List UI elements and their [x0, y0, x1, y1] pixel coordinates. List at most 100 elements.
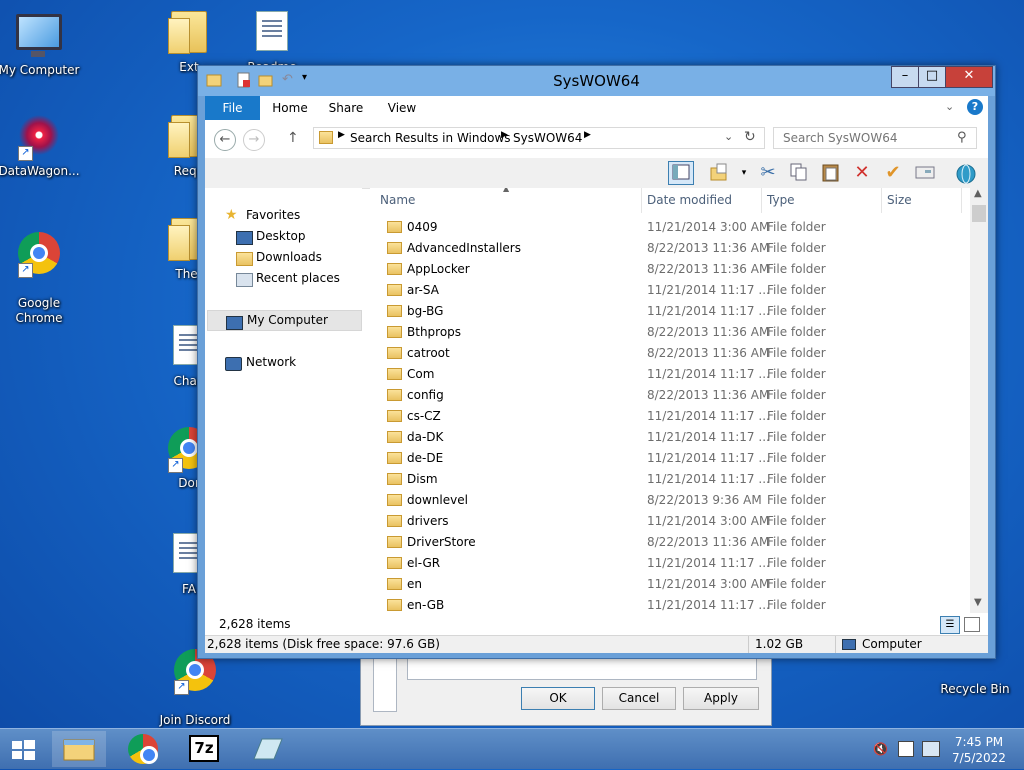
folder-icon	[387, 557, 402, 569]
desktop-icon-datawagon[interactable]: ↗ DataWagon...	[0, 112, 82, 179]
nav-my-computer[interactable]: My Computer	[207, 310, 362, 331]
volume-muted-icon[interactable]: 🔇	[873, 742, 888, 756]
copy-icon[interactable]	[787, 162, 811, 184]
table-row[interactable]: 0409 11/21/2014 3:00 AM File folder	[370, 217, 970, 238]
start-button[interactable]	[0, 731, 46, 767]
tab-file[interactable]: File	[205, 96, 260, 120]
cut-icon[interactable]: ✂	[756, 162, 780, 184]
organize-dropdown-icon[interactable]: ▾	[732, 162, 756, 184]
title-bar[interactable]: ↶ ▾ SysWOW64 – □ ✕	[198, 66, 995, 96]
folder-icon	[387, 452, 402, 464]
recent-places-icon	[236, 273, 253, 287]
navigation-pane: ★ Favorites Desktop Downloads Recent pla…	[205, 188, 362, 613]
nav-label: Network	[246, 355, 297, 369]
table-row[interactable]: en 11/21/2014 3:00 AM File folder	[370, 574, 970, 595]
table-row[interactable]: config 8/22/2013 11:36 AM File folder	[370, 385, 970, 406]
rename-check-icon[interactable]: ✔	[881, 162, 905, 184]
vertical-scrollbar[interactable]: ▲ ▼	[970, 188, 988, 613]
nav-desktop[interactable]: Desktop	[205, 226, 362, 247]
file-date-modified: 11/21/2014 3:00 AM	[647, 577, 770, 591]
scrollbar-thumb[interactable]	[972, 205, 986, 222]
table-row[interactable]: da-DK 11/21/2014 11:17 ... File folder	[370, 427, 970, 448]
shortcut-arrow-icon: ↗	[18, 263, 33, 278]
file-type: File folder	[767, 472, 826, 486]
apply-button[interactable]: Apply	[683, 687, 759, 710]
address-bar[interactable]: ▶ Search Results in Windows ▶ SysWOW64 ▶…	[313, 127, 765, 149]
back-button[interactable]: ←	[214, 129, 236, 151]
large-icons-view-icon[interactable]	[964, 617, 980, 632]
organize-folder-icon[interactable]	[708, 162, 732, 184]
tab-share[interactable]: Share	[323, 96, 369, 120]
address-dropdown-icon[interactable]: ⌄	[724, 130, 733, 143]
column-header-size[interactable]: Size	[882, 188, 962, 213]
taskbar-notepad[interactable]	[240, 731, 294, 767]
breadcrumb-search-results[interactable]: Search Results in Windows	[350, 131, 511, 145]
scroll-up-icon[interactable]: ▲	[974, 188, 982, 199]
taskbar-7zip[interactable]: 7z	[178, 731, 232, 767]
action-center-icon[interactable]	[898, 741, 914, 757]
cancel-button[interactable]: Cancel	[602, 687, 676, 710]
table-row[interactable]: cs-CZ 11/21/2014 11:17 ... File folder	[370, 406, 970, 427]
table-row[interactable]: drivers 11/21/2014 3:00 AM File folder	[370, 511, 970, 532]
column-header-name[interactable]: Name	[370, 188, 642, 213]
desktop-icon-label: My Computer	[0, 63, 80, 77]
file-type: File folder	[767, 283, 826, 297]
column-header-date-modified[interactable]: Date modified	[642, 188, 762, 213]
globe-shell-icon[interactable]	[954, 162, 978, 184]
delete-icon[interactable]: ✕	[850, 162, 874, 184]
preview-pane-icon[interactable]	[668, 161, 694, 185]
maximize-button[interactable]: □	[918, 66, 946, 88]
help-icon[interactable]: ?	[967, 99, 983, 115]
table-row[interactable]: en-GB 11/21/2014 11:17 ... File folder	[370, 595, 970, 613]
minimize-button[interactable]: –	[891, 66, 919, 88]
table-row[interactable]: bg-BG 11/21/2014 11:17 ... File folder	[370, 301, 970, 322]
desktop-icon-label: Ext	[179, 60, 199, 74]
table-row[interactable]: el-GR 11/21/2014 11:17 ... File folder	[370, 553, 970, 574]
nav-recent-places[interactable]: Recent places	[205, 268, 362, 289]
table-row[interactable]: catroot 8/22/2013 11:36 AM File folder	[370, 343, 970, 364]
breadcrumb-syswow64[interactable]: SysWOW64	[513, 131, 582, 145]
search-input[interactable]	[773, 127, 977, 149]
table-row[interactable]: AppLocker 8/22/2013 11:36 AM File folder	[370, 259, 970, 280]
properties-icon[interactable]	[913, 162, 937, 184]
desktop-icon-recycle-bin[interactable]: Recycle Bin	[932, 682, 1018, 697]
clock[interactable]: 7:45 PM 7/5/2022	[940, 734, 1018, 766]
tab-home[interactable]: Home	[267, 96, 313, 120]
refresh-icon[interactable]: ↻	[744, 129, 756, 145]
paste-icon[interactable]	[819, 162, 843, 184]
table-row[interactable]: AdvancedInstallers 8/22/2013 11:36 AM File…	[370, 238, 970, 259]
nav-favorites[interactable]: ★ Favorites	[205, 205, 362, 226]
ok-button[interactable]: OK	[521, 687, 595, 710]
taskbar-file-explorer[interactable]	[52, 731, 106, 767]
nav-downloads[interactable]: Downloads	[205, 247, 362, 268]
clock-time: 7:45 PM	[954, 735, 1004, 749]
nav-network[interactable]: Network	[205, 352, 362, 373]
network-tray-icon[interactable]	[922, 741, 940, 757]
column-header-type[interactable]: Type	[762, 188, 882, 213]
table-row[interactable]: DriverStore 8/22/2013 11:36 AM File folder	[370, 532, 970, 553]
table-row[interactable]: Bthprops 8/22/2013 11:36 AM File folder	[370, 322, 970, 343]
taskbar-chrome[interactable]	[116, 731, 170, 767]
tab-view[interactable]: View	[379, 96, 425, 120]
forward-button[interactable]: →	[243, 129, 265, 151]
desktop-icon-google-chrome[interactable]: ↗ Google Chrome	[0, 215, 82, 326]
table-row[interactable]: ar-SA 11/21/2014 11:17 ... File folder	[370, 280, 970, 301]
table-row[interactable]: Com 11/21/2014 11:17 ... File folder	[370, 364, 970, 385]
file-list: ▲ Name Date modified Type Size 0409 11/21…	[370, 188, 970, 613]
table-row[interactable]: Dism 11/21/2014 11:17 ... File folder	[370, 469, 970, 490]
computer-icon	[842, 639, 856, 650]
expand-ribbon-icon[interactable]: ⌄	[945, 100, 954, 113]
desktop-icon-my-computer[interactable]: My Computer	[0, 8, 82, 78]
file-type: File folder	[767, 430, 826, 444]
folder-icon	[387, 326, 402, 338]
scroll-down-icon[interactable]: ▼	[974, 597, 982, 608]
close-button[interactable]: ✕	[945, 66, 993, 88]
command-toolbar: ▾ ✂ ✕ ✔	[205, 158, 988, 189]
details-view-icon[interactable]: ☰	[940, 616, 960, 634]
ribbon-tabs: File Home Share View ⌄ ?	[205, 96, 988, 121]
table-row[interactable]: downlevel 8/22/2013 9:36 AM File folder	[370, 490, 970, 511]
file-type: File folder	[767, 535, 826, 549]
file-date-modified: 11/21/2014 11:17 ...	[647, 430, 770, 444]
table-row[interactable]: de-DE 11/21/2014 11:17 ... File folder	[370, 448, 970, 469]
up-button[interactable]: ↑	[287, 130, 299, 146]
